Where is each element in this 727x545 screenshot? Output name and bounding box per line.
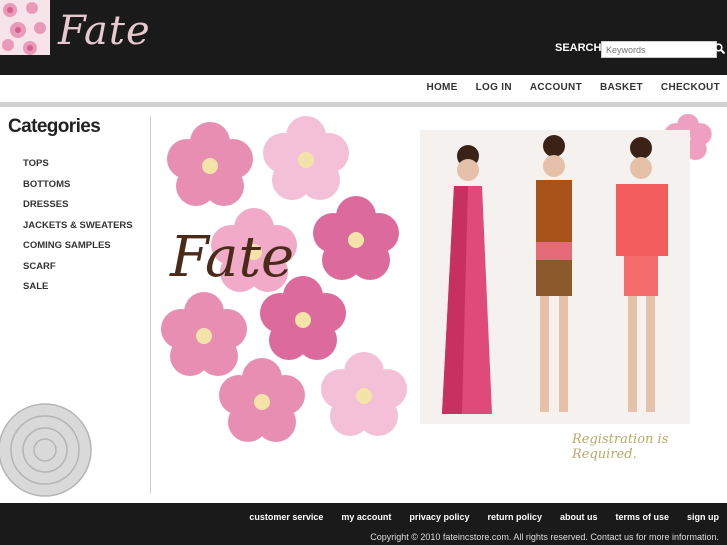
nav-checkout[interactable]: CHECKOUT bbox=[661, 82, 720, 93]
category-dresses[interactable]: DRESSES bbox=[23, 199, 133, 220]
nav-account[interactable]: ACCOUNT bbox=[530, 82, 582, 93]
hero-logo: Fate bbox=[169, 225, 294, 290]
site-header: Fate SEARCH: bbox=[0, 0, 727, 75]
category-scarf[interactable]: SCARF bbox=[23, 261, 133, 282]
footer-link-sign-up[interactable]: sign up bbox=[687, 512, 719, 522]
search-label: SEARCH: bbox=[555, 42, 606, 54]
top-navigation: HOME LOG IN ACCOUNT BASKET CHECKOUT bbox=[426, 82, 720, 93]
logo-flowers-image bbox=[0, 0, 50, 55]
rose-decoration-image bbox=[0, 403, 92, 497]
footer-link-privacy-policy[interactable]: privacy policy bbox=[409, 512, 469, 522]
hero-banner[interactable]: Fate bbox=[158, 114, 727, 454]
footer-link-my-account[interactable]: my account bbox=[341, 512, 391, 522]
footer-link-return-policy[interactable]: return policy bbox=[487, 512, 542, 522]
category-coming-samples[interactable]: COMING SAMPLES bbox=[23, 240, 133, 261]
nav-home[interactable]: HOME bbox=[426, 82, 457, 93]
category-tops[interactable]: TOPS bbox=[23, 158, 133, 179]
search-input[interactable] bbox=[601, 41, 717, 58]
hero-image: Fate bbox=[158, 114, 727, 454]
nav-basket[interactable]: BASKET bbox=[600, 82, 643, 93]
category-jackets-sweaters[interactable]: JACKETS & SWEATERS bbox=[23, 220, 133, 241]
categories-title: Categories bbox=[8, 116, 101, 137]
copyright-text: Copyright © 2010 fateincstore.com. All r… bbox=[370, 532, 719, 542]
site-logo[interactable]: Fate bbox=[58, 8, 151, 54]
category-list: TOPS BOTTOMS DRESSES JACKETS & SWEATERS … bbox=[23, 158, 133, 302]
nav-divider bbox=[0, 102, 727, 107]
nav-log-in[interactable]: LOG IN bbox=[476, 82, 512, 93]
search-icon[interactable] bbox=[714, 43, 725, 54]
registration-note: Registration is Required. bbox=[572, 432, 669, 462]
footer-links: customer service my account privacy poli… bbox=[249, 512, 719, 522]
category-bottoms[interactable]: BOTTOMS bbox=[23, 179, 133, 200]
category-sale[interactable]: SALE bbox=[23, 281, 133, 302]
site-footer: customer service my account privacy poli… bbox=[0, 503, 727, 545]
footer-link-customer-service[interactable]: customer service bbox=[249, 512, 323, 522]
footer-link-about-us[interactable]: about us bbox=[560, 512, 598, 522]
sidebar-divider bbox=[150, 116, 151, 494]
footer-link-terms-of-use[interactable]: terms of use bbox=[615, 512, 669, 522]
